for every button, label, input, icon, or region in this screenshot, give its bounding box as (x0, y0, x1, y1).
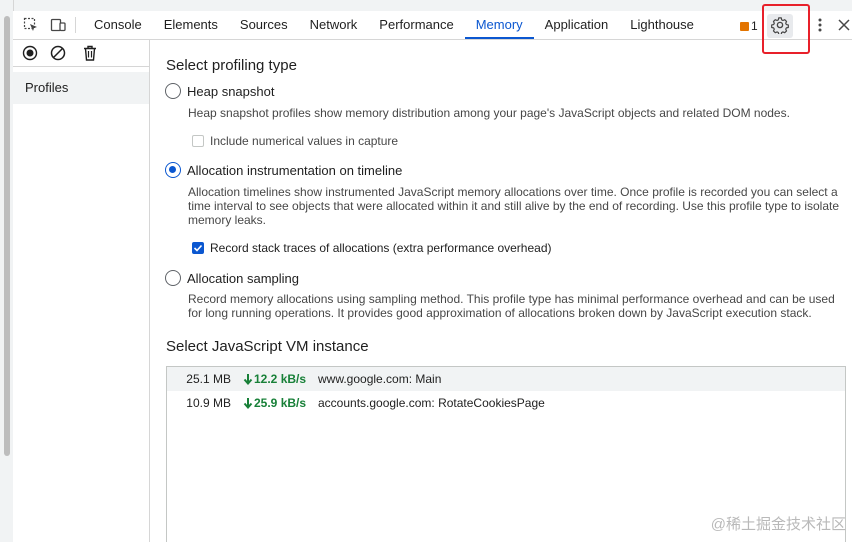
tab-network[interactable]: Network (299, 11, 369, 39)
sidebar-item-profiles[interactable]: Profiles (13, 72, 149, 104)
sidebar-toolbar (13, 40, 149, 67)
warning-badge[interactable]: 1 (740, 19, 758, 33)
inspect-element-icon[interactable] (21, 15, 41, 35)
allocation-sampling-radio[interactable] (165, 270, 181, 286)
profiling-type-title: Select profiling type (166, 57, 297, 74)
vm-instance-row[interactable]: 25.1 MB 12.2 kB/s www.google.com: Main (167, 367, 845, 391)
warning-icon (740, 21, 749, 31)
allocation-timeline-option[interactable]: Allocation instrumentation on timeline (165, 162, 402, 178)
vm-instance-row[interactable]: 10.9 MB 25.9 kB/s accounts.google.com: R… (167, 391, 845, 415)
allocation-sampling-description: Record memory allocations using sampling… (188, 292, 835, 320)
tab-lighthouse[interactable]: Lighthouse (619, 11, 705, 39)
numerical-values-checkbox[interactable] (192, 135, 204, 147)
arrow-down-icon (243, 374, 253, 385)
allocation-timeline-radio[interactable] (165, 162, 181, 178)
arrow-down-icon (243, 398, 253, 409)
allocation-timeline-label: Allocation instrumentation on timeline (187, 162, 403, 178)
device-toolbar-icon[interactable] (48, 15, 68, 35)
more-options-icon[interactable] (810, 15, 830, 35)
stack-traces-label: Record stack traces of allocations (extr… (210, 241, 552, 255)
vm-instance-name: accounts.google.com: RotateCookiesPage (318, 396, 545, 410)
panel-tabs: Console Elements Sources Network Perform… (83, 11, 705, 39)
toolbar-separator (75, 17, 76, 33)
vm-heap-size: 10.9 MB (186, 396, 231, 410)
vm-instance-title: Select JavaScript VM instance (166, 338, 369, 355)
vm-heap-size: 25.1 MB (186, 372, 231, 386)
tab-application[interactable]: Application (534, 11, 620, 39)
allocation-sampling-option[interactable]: Allocation sampling (165, 270, 299, 286)
allocation-sampling-label: Allocation sampling (187, 270, 300, 286)
tab-elements[interactable]: Elements (153, 11, 229, 39)
devtools-toolbar: Console Elements Sources Network Perform… (13, 11, 852, 40)
tab-sources[interactable]: Sources (229, 11, 299, 39)
tab-console[interactable]: Console (83, 11, 153, 39)
warning-count: 1 (751, 19, 758, 33)
scrollbar-thumb[interactable] (4, 16, 10, 456)
vm-allocation-rate: 25.9 kB/s (243, 391, 306, 415)
profiles-sidebar: Profiles (13, 40, 150, 542)
heap-snapshot-option[interactable]: Heap snapshot (165, 83, 274, 99)
stack-traces-checkbox[interactable] (192, 242, 204, 254)
trash-icon[interactable] (81, 44, 99, 62)
heap-snapshot-label: Heap snapshot (187, 83, 275, 99)
memory-panel: Select profiling type Heap snapshot Heap… (150, 40, 852, 542)
numerical-values-label: Include numerical values in capture (210, 134, 399, 148)
vm-instance-name: www.google.com: Main (318, 372, 442, 386)
tab-performance[interactable]: Performance (368, 11, 464, 39)
close-icon[interactable] (834, 15, 852, 35)
clear-icon[interactable] (49, 44, 67, 62)
left-scrollbar[interactable] (0, 0, 14, 542)
heap-snapshot-radio[interactable] (165, 83, 181, 99)
record-icon[interactable] (21, 44, 39, 62)
window-top-strip (13, 0, 852, 11)
stack-traces-option[interactable]: Record stack traces of allocations (extr… (192, 241, 552, 255)
allocation-timeline-description: Allocation timelines show instrumented J… (188, 185, 840, 227)
tab-memory[interactable]: Memory (464, 11, 534, 39)
vm-allocation-rate: 12.2 kB/s (243, 367, 306, 391)
numerical-values-option[interactable]: Include numerical values in capture (192, 134, 398, 148)
watermark: @稀土掘金技术社区 (710, 516, 846, 533)
heap-snapshot-description: Heap snapshot profiles show memory distr… (188, 106, 790, 120)
